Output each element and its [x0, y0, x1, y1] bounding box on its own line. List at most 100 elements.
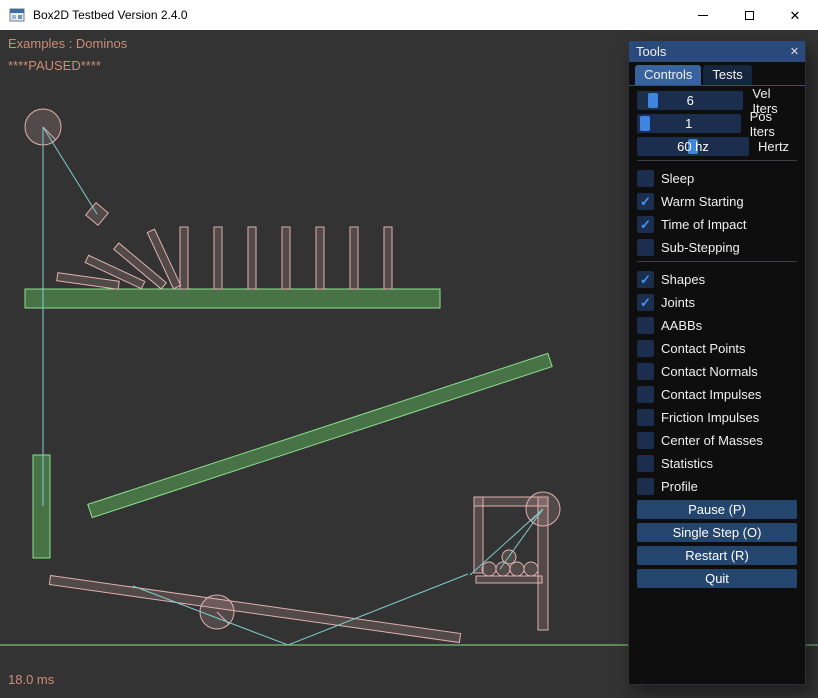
- checkbox-contact-normals[interactable]: Contact Normals: [637, 362, 797, 381]
- paused-label: ****PAUSED****: [8, 58, 101, 73]
- tools-content: 6 Vel Iters 1 Pos Iters 60 hz: [629, 86, 805, 588]
- check-icon: ✓: [640, 195, 651, 208]
- vel-iters-value: 6: [637, 91, 743, 110]
- domino[interactable]: [350, 227, 358, 289]
- checkbox-sleep[interactable]: Sleep: [637, 169, 797, 188]
- checkbox-label: Profile: [661, 479, 698, 494]
- domino[interactable]: [384, 227, 392, 289]
- vel-iters-slider[interactable]: 6: [637, 91, 743, 110]
- pause-button[interactable]: Pause (P): [637, 500, 797, 519]
- maximize-icon: [745, 11, 754, 20]
- checkbox-warm-starting[interactable]: ✓ Warm Starting: [637, 192, 797, 211]
- tools-tabbar: Controls Tests: [629, 62, 805, 86]
- checkbox-label: Center of Masses: [661, 433, 763, 448]
- close-button[interactable]: ✕: [772, 0, 818, 30]
- ball[interactable]: [510, 562, 524, 576]
- checkbox-box[interactable]: [637, 432, 654, 449]
- checkbox-box[interactable]: [637, 170, 654, 187]
- tools-window: Tools ✕ Controls Tests 6 Vel Iters: [628, 40, 806, 685]
- domino[interactable]: [282, 227, 290, 289]
- separator: [637, 261, 797, 262]
- checkbox-label: AABBs: [661, 318, 702, 333]
- minimize-button[interactable]: [680, 0, 726, 30]
- pos-iters-row: 1 Pos Iters: [637, 114, 797, 133]
- hertz-row: 60 hz Hertz: [637, 137, 797, 156]
- checkbox-box[interactable]: ✓: [637, 271, 654, 288]
- vertical-column: [33, 455, 50, 558]
- domino-fallen[interactable]: [57, 273, 120, 290]
- checkbox-label: Time of Impact: [661, 217, 746, 232]
- check-icon: ✓: [640, 273, 651, 286]
- check-icon: ✓: [640, 296, 651, 309]
- app-icon: [9, 7, 25, 23]
- simulation-canvas[interactable]: Examples : Dominos ****PAUSED**** 18.0 m…: [0, 30, 818, 698]
- checkbox-profile[interactable]: Profile: [637, 477, 797, 496]
- checkbox-label: Sub-Stepping: [661, 240, 740, 255]
- tools-title: Tools: [636, 44, 666, 59]
- close-icon: ✕: [790, 9, 801, 22]
- tab-controls[interactable]: Controls: [635, 65, 701, 85]
- hertz-label: Hertz: [758, 139, 789, 154]
- checkbox-box[interactable]: [637, 363, 654, 380]
- checkbox-center-of-masses[interactable]: Center of Masses: [637, 431, 797, 450]
- domino[interactable]: [316, 227, 324, 289]
- tab-tests[interactable]: Tests: [703, 65, 751, 85]
- checkbox-label: Contact Points: [661, 341, 746, 356]
- domino[interactable]: [248, 227, 256, 289]
- frame-shelf[interactable]: [476, 576, 542, 583]
- checkbox-box[interactable]: [637, 478, 654, 495]
- domino[interactable]: [180, 227, 188, 289]
- hertz-value: 60 hz: [637, 137, 749, 156]
- separator: [637, 160, 797, 161]
- application-window: Box2D Testbed Version 2.4.0 ✕: [0, 0, 818, 698]
- quit-button[interactable]: Quit: [637, 569, 797, 588]
- ball[interactable]: [482, 562, 496, 576]
- single-step-button[interactable]: Single Step (O): [637, 523, 797, 542]
- checkbox-aabbs[interactable]: AABBs: [637, 316, 797, 335]
- checkbox-time-of-impact[interactable]: ✓ Time of Impact: [637, 215, 797, 234]
- checkbox-label: Friction Impulses: [661, 410, 759, 425]
- joint-line: [500, 509, 543, 569]
- checkbox-contact-impulses[interactable]: Contact Impulses: [637, 385, 797, 404]
- example-label: Examples : Dominos: [8, 36, 127, 51]
- hertz-slider[interactable]: 60 hz: [637, 137, 749, 156]
- checkbox-box[interactable]: [637, 317, 654, 334]
- ball[interactable]: [524, 562, 538, 576]
- checkbox-label: Shapes: [661, 272, 705, 287]
- angled-plank: [88, 353, 552, 517]
- shelf-platform: [25, 289, 440, 308]
- checkbox-sub-stepping[interactable]: Sub-Stepping: [637, 238, 797, 257]
- pos-iters-slider[interactable]: 1: [637, 114, 741, 133]
- checkbox-statistics[interactable]: Statistics: [637, 454, 797, 473]
- checkbox-shapes[interactable]: ✓ Shapes: [637, 270, 797, 289]
- checkbox-box[interactable]: ✓: [637, 216, 654, 233]
- checkbox-box[interactable]: [637, 386, 654, 403]
- check-icon: ✓: [640, 218, 651, 231]
- domino[interactable]: [214, 227, 222, 289]
- checkbox-box[interactable]: [637, 239, 654, 256]
- checkbox-contact-points[interactable]: Contact Points: [637, 339, 797, 358]
- checkbox-label: Warm Starting: [661, 194, 744, 209]
- tools-close-button[interactable]: ✕: [787, 44, 802, 59]
- checkbox-label: Contact Impulses: [661, 387, 761, 402]
- window-controls: ✕: [680, 0, 818, 30]
- tools-titlebar[interactable]: Tools ✕: [629, 41, 805, 62]
- vel-iters-row: 6 Vel Iters: [637, 91, 797, 110]
- checkbox-box[interactable]: [637, 455, 654, 472]
- window-titlebar[interactable]: Box2D Testbed Version 2.4.0 ✕: [0, 0, 818, 30]
- window-title: Box2D Testbed Version 2.4.0: [33, 8, 188, 22]
- checkbox-box[interactable]: ✓: [637, 193, 654, 210]
- checkbox-box[interactable]: ✓: [637, 294, 654, 311]
- checkbox-box[interactable]: [637, 409, 654, 426]
- checkbox-joints[interactable]: ✓ Joints: [637, 293, 797, 312]
- frame-left-post[interactable]: [474, 497, 483, 573]
- checkbox-label: Sleep: [661, 171, 694, 186]
- restart-button[interactable]: Restart (R): [637, 546, 797, 565]
- frame-time-label: 18.0 ms: [8, 672, 54, 687]
- checkbox-label: Contact Normals: [661, 364, 758, 379]
- maximize-button[interactable]: [726, 0, 772, 30]
- checkbox-friction-impulses[interactable]: Friction Impulses: [637, 408, 797, 427]
- pos-iters-label: Pos Iters: [750, 109, 797, 139]
- checkbox-label: Statistics: [661, 456, 713, 471]
- checkbox-box[interactable]: [637, 340, 654, 357]
